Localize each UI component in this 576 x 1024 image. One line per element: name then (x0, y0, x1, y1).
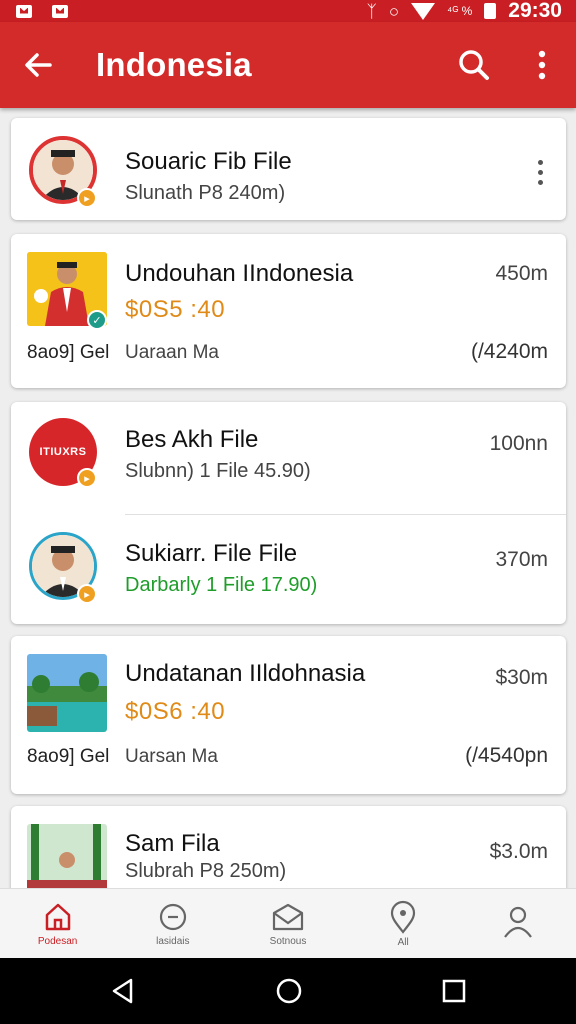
mail-icon (272, 903, 304, 930)
arrow-left-icon (25, 53, 52, 77)
item-size: 370m (495, 548, 548, 571)
mail-notification-icon (52, 4, 68, 18)
data-indicator: ⁴ᴳ % (447, 4, 473, 18)
page-title: Indonesia (96, 46, 252, 83)
more-vert-icon (538, 50, 546, 80)
pin-icon (391, 900, 416, 934)
item-footer-value: (/4240m (470, 340, 548, 363)
play-badge-icon: ▸ (77, 584, 97, 604)
item-size: 450m (495, 262, 548, 285)
item-title: Sam Fila (125, 830, 220, 857)
play-badge-icon: ▸ (77, 188, 97, 208)
status-icons: ᛉ ○ ⁴ᴳ % 29:30 (367, 0, 562, 23)
clock: 29:30 (508, 0, 562, 22)
overflow-menu-button[interactable] (508, 22, 576, 108)
notification-icons (16, 4, 68, 18)
list-item[interactable]: ITIUXRS ▸ Bes Akh File 100nn Slubnn) 1 F… (11, 402, 566, 506)
item-title: Undatanan IIldohnasia (125, 660, 366, 687)
wifi-icon (411, 2, 436, 20)
item-footer-label: 8ao9] Gel (27, 746, 110, 767)
item-footer-text: Uarsan Ma (125, 746, 218, 767)
item-subtitle: Slubrah P8 250m) (125, 860, 287, 882)
bottom-navigation: Podesan lasidais Sotnous All (0, 888, 576, 958)
item-title: Souaric Fib File (125, 148, 292, 175)
play-badge-icon: ▸ (77, 468, 97, 488)
item-title: Sukiarr. File File (125, 540, 298, 567)
mail-notification-icon (16, 4, 32, 18)
item-subtitle: Darbarly 1 File 17.90) (125, 574, 318, 596)
system-navigation-bar (0, 958, 576, 1024)
list-card[interactable]: ▸ Souaric Fib File Slunath P8 240m) (11, 118, 566, 220)
list-item[interactable]: ▸ Sukiarr. File File 370m Darbarly 1 Fil… (11, 516, 566, 624)
item-title: Undouhan IIndonesia (125, 260, 354, 287)
home-circle-icon[interactable] (275, 977, 303, 1005)
status-bar: ᛉ ○ ⁴ᴳ % 29:30 (0, 0, 576, 22)
verified-badge-icon: ✓ (87, 310, 107, 330)
item-subtitle: Slunath P8 240m) (125, 182, 286, 204)
item-thumbnail (27, 824, 107, 888)
item-thumbnail (27, 654, 107, 732)
back-triangle-icon[interactable] (109, 977, 137, 1005)
item-price: $0S6 :40 (125, 698, 226, 725)
nav-item-profile[interactable] (461, 889, 576, 958)
item-price: $0S5 :40 (125, 296, 226, 323)
brand-logo-text: ITIUXRS (39, 446, 87, 458)
item-title: Bes Akh File (125, 426, 259, 453)
nav-label: Podesan (37, 935, 78, 947)
nav-item-all[interactable]: All (346, 889, 461, 958)
smile-icon (159, 903, 186, 930)
item-footer-value: (/4540pn (465, 744, 548, 767)
nav-item-messages[interactable]: Sotnous (230, 889, 345, 958)
nav-label: All (397, 936, 409, 948)
nav-item-home[interactable]: Podesan (0, 889, 115, 958)
list-card[interactable]: Undatanan IIldohnasia $30m $0S6 :40 8ao9… (11, 636, 566, 794)
person-icon (504, 906, 533, 938)
search-button[interactable] (440, 22, 508, 108)
nav-label: Sotnous (269, 935, 307, 947)
item-footer-label: 8ao9] Gel (27, 342, 110, 363)
alarm-icon: ○ (388, 1, 400, 21)
item-size: 100nn (489, 432, 548, 455)
list-card[interactable]: ✓ Undouhan IIndonesia 450m $0S5 :40 8ao9… (11, 234, 566, 388)
list-card[interactable]: Sam Fila $3.0m Slubrah P8 250m) (11, 806, 566, 888)
search-icon (459, 50, 489, 80)
item-size: $30m (495, 666, 548, 689)
item-menu-icon[interactable] (536, 160, 544, 185)
divider (125, 514, 566, 515)
list-card[interactable]: ITIUXRS ▸ Bes Akh File 100nn Slubnn) 1 F… (11, 402, 566, 624)
signal-icon: ᛉ (366, 1, 377, 21)
file-list: ▸ Souaric Fib File Slunath P8 240m) ✓ Un… (0, 108, 576, 888)
item-subtitle: Slubnn) 1 File 45.90) (125, 460, 311, 482)
home-icon (45, 903, 70, 930)
nav-label: lasidais (156, 935, 190, 947)
recents-square-icon[interactable] (441, 978, 467, 1004)
battery-icon (484, 3, 497, 19)
back-button[interactable] (0, 22, 76, 108)
item-size: $3.0m (489, 840, 548, 863)
nav-item-categories[interactable]: lasidais (115, 889, 230, 958)
item-footer-text: Uaraan Ma (125, 342, 219, 363)
app-bar: Indonesia (0, 22, 576, 108)
